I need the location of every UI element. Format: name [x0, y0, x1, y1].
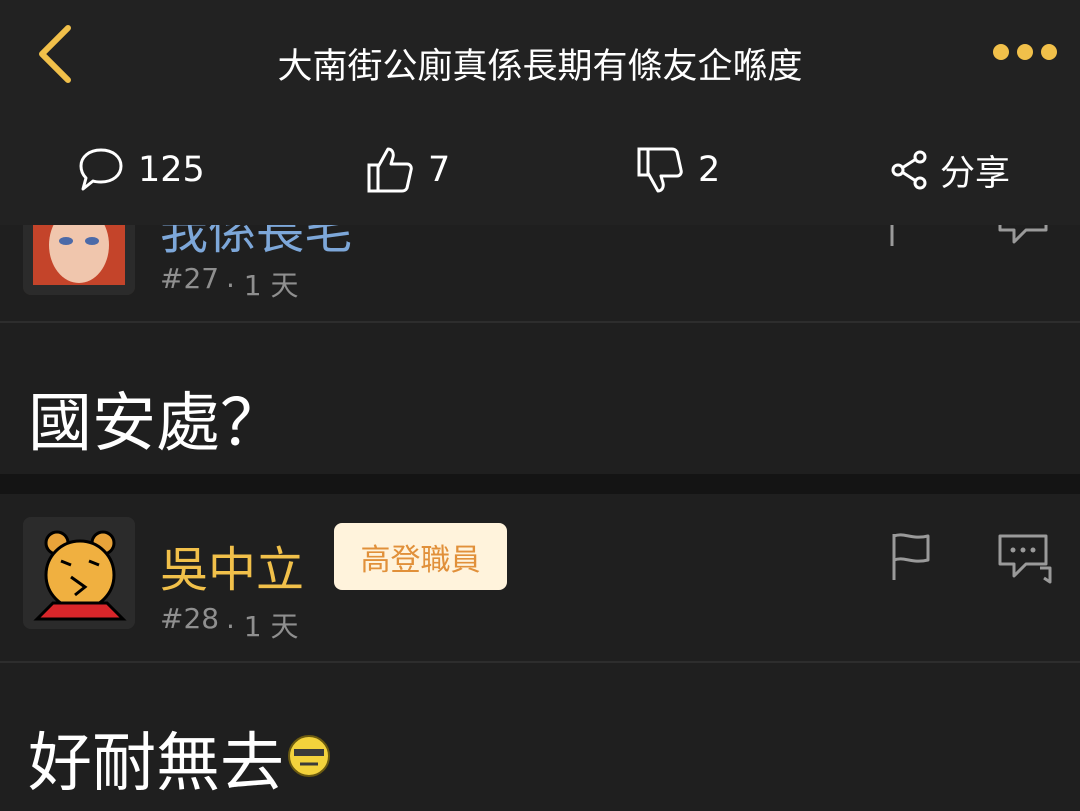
- like-button[interactable]: 7: [366, 130, 450, 210]
- dislike-button[interactable]: 2: [636, 130, 720, 210]
- page-title: 大南街公廁真係長期有條友企喺度: [277, 47, 803, 87]
- thumbs-down-icon: [637, 147, 683, 193]
- post-body: 國安處？: [28, 387, 284, 461]
- post-number: #27: [160, 262, 220, 295]
- post-time: · 1 天: [226, 269, 299, 302]
- dislikes-count: 2: [698, 150, 721, 190]
- avatar[interactable]: [23, 517, 135, 629]
- divider: [0, 661, 1080, 663]
- back-button[interactable]: [34, 24, 78, 84]
- username[interactable]: 吳中立: [160, 530, 304, 600]
- comments-stat[interactable]: 125: [78, 130, 205, 210]
- post-time: · 1 天: [226, 610, 299, 643]
- share-icon: [891, 150, 927, 190]
- divider: [0, 321, 1080, 323]
- sleepy-emoji-icon: [286, 721, 332, 795]
- flag-icon[interactable]: [890, 530, 934, 586]
- post-number: #28: [160, 602, 220, 635]
- more-button[interactable]: [990, 40, 1060, 64]
- comment-icon: [79, 148, 123, 191]
- comments-count: 125: [138, 150, 205, 190]
- thumbs-up-icon: [367, 147, 413, 193]
- likes-count: 7: [428, 150, 451, 190]
- post-body: 好耐無去: [28, 712, 332, 804]
- post-body-text: 好耐無去: [28, 727, 284, 801]
- post-separator: [0, 474, 1080, 494]
- staff-badge: 高登職員: [334, 523, 507, 590]
- share-label: 分享: [940, 153, 1011, 194]
- stats-bar: 125 7 2 分享: [0, 130, 1080, 210]
- chevron-left-icon: [39, 25, 71, 83]
- top-bar: 大南街公廁真係長期有條友企喺度 125 7 2 分享: [0, 0, 1080, 225]
- share-button[interactable]: 分享: [890, 130, 1010, 210]
- reply-icon[interactable]: [996, 532, 1054, 590]
- more-dots-icon: [993, 44, 1057, 60]
